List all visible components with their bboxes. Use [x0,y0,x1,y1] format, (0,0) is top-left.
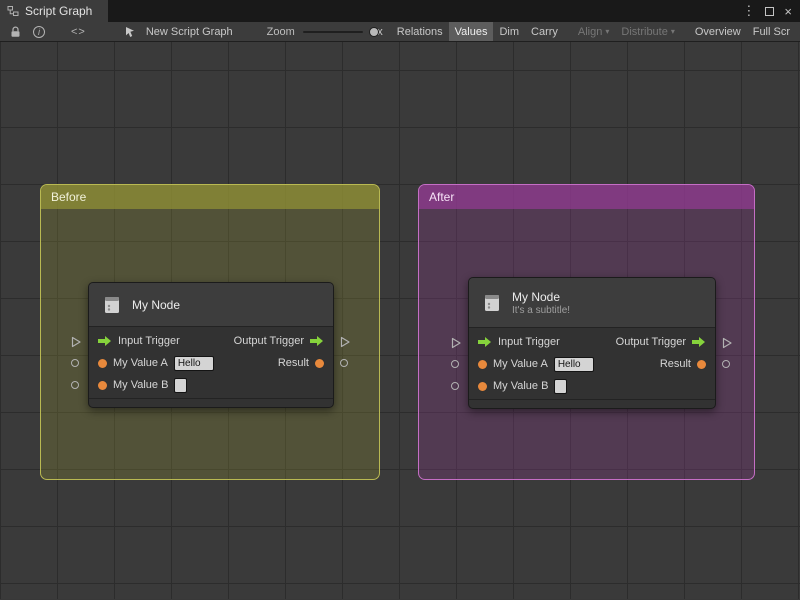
flow-input-port-icon[interactable] [98,336,112,346]
node-title: My Node [132,297,181,312]
node-icon [105,296,119,313]
overview-button[interactable]: Overview [689,22,747,41]
lock-icon[interactable] [4,22,27,41]
value-a-input[interactable] [553,356,594,372]
script-graph-icon [7,6,19,16]
port-row: My Value A Result [469,353,715,375]
kebab-menu-icon[interactable]: ⋮ [742,3,755,19]
port-label: Output Trigger [233,335,304,347]
port-label: My Value A [113,357,168,369]
group-before-title: Before [51,190,87,204]
external-value-port-marker [722,360,730,368]
zoom-label: Zoom [266,25,295,38]
value-input-port-icon[interactable] [478,359,487,369]
info-icon[interactable]: i [27,22,51,41]
port-label: Result [659,358,691,370]
external-flow-port-marker [340,336,350,348]
dim-button[interactable]: Dim [493,22,525,41]
port-label: My Value B [113,379,169,391]
graph-asset-icon [118,22,142,41]
external-value-port-marker [451,382,459,390]
fullscreen-button[interactable]: Full Scr [747,22,796,41]
port-label: My Value A [493,358,548,370]
flow-output-port-icon[interactable] [692,337,706,347]
external-value-port-marker [71,381,79,389]
value-input-port-icon[interactable] [98,358,107,368]
zoom-slider-knob[interactable] [368,26,379,37]
group-after-header[interactable]: After [419,185,754,209]
port-row: Input Trigger Output Trigger [89,330,333,352]
values-button[interactable]: Values [448,22,494,41]
chevron-down-icon: ▾ [670,27,675,36]
code-view-icon[interactable]: <> [65,22,92,41]
external-flow-port-marker [722,337,732,349]
graph-toolbar: i <> New Script Graph Zoom 1x Relations … [0,22,800,42]
node-subtitle: It's a subtitle! [512,304,571,316]
tab-script-graph[interactable]: Script Graph [0,0,109,22]
close-icon[interactable]: × [784,4,792,19]
node-title: My Node [512,289,561,304]
graph-title: New Script Graph [145,25,233,38]
value-a-input[interactable] [173,355,214,371]
node-footer [469,399,715,408]
value-b-input[interactable] [554,378,568,394]
window-controls: ⋮ × [742,0,800,22]
external-value-port-marker [340,359,348,367]
value-input-port-icon[interactable] [478,381,487,391]
port-row: My Value B [469,375,715,397]
relations-button[interactable]: Relations [391,22,449,41]
port-row: My Value B [89,374,333,396]
distribute-dropdown[interactable]: Distribute ▾ [615,22,680,41]
align-label: Align [577,25,603,38]
tab-title: Script Graph [25,4,93,18]
external-value-port-marker [71,359,79,367]
distribute-label: Distribute [621,25,668,38]
carry-button[interactable]: Carry [525,22,564,41]
flow-input-port-icon[interactable] [478,337,492,347]
group-after-title: After [429,190,455,204]
value-input-port-icon[interactable] [98,380,107,390]
chevron-down-icon: ▾ [605,27,610,36]
graph-canvas[interactable]: Before After My Node Input Trigger Outpu… [0,42,800,599]
value-b-input[interactable] [174,377,188,393]
tab-bar: Script Graph ⋮ × [0,0,800,22]
node-icon [485,294,499,311]
port-label: Input Trigger [118,335,180,347]
value-output-port-icon[interactable] [315,358,324,368]
maximize-icon[interactable] [765,6,775,16]
port-label: My Value B [493,380,549,392]
flow-output-port-icon[interactable] [310,336,324,346]
port-row: My Value A Result [89,352,333,374]
value-output-port-icon[interactable] [697,359,706,369]
external-flow-port-marker [71,336,81,348]
external-value-port-marker [451,360,459,368]
port-row: Input Trigger Output Trigger [469,331,715,353]
node-before[interactable]: My Node Input Trigger Output Trigger My … [88,282,334,408]
port-label: Result [277,357,309,369]
group-before-header[interactable]: Before [41,185,379,209]
zoom-slider[interactable] [302,26,379,37]
node-footer [89,398,333,407]
external-flow-port-marker [451,337,461,349]
align-dropdown[interactable]: Align ▾ [572,22,615,41]
node-after[interactable]: My Node It's a subtitle! Input Trigger O… [468,277,716,409]
port-label: Output Trigger [615,336,686,348]
port-label: Input Trigger [498,336,560,348]
